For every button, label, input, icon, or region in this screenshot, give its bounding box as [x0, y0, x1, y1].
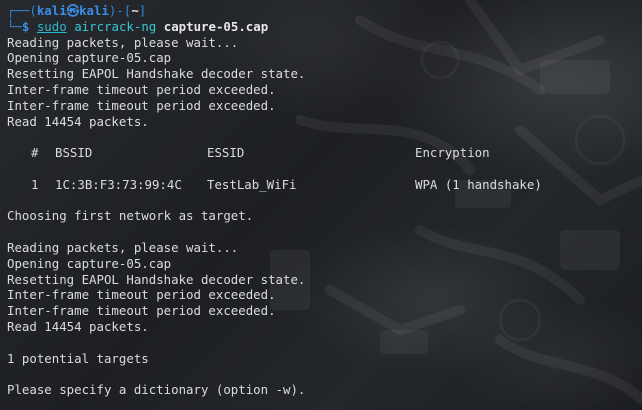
output-line: Inter-frame timeout period exceeded. — [7, 81, 276, 97]
potential-targets-line: 1 potential targets — [7, 350, 149, 366]
prompt-at-icon: ㉿ — [66, 3, 80, 18]
prompt-box-bottom: └─ — [7, 18, 22, 34]
prompt-dollar: $ — [21, 18, 37, 34]
table-cell-bssid: 1C:3B:F3:73:99:4C — [55, 176, 182, 192]
table-row: 1 1C:3B:F3:73:99:4C TestLab_WiFi WPA (1 … — [7, 177, 642, 193]
prompt-box-mid: )-[ — [108, 3, 132, 18]
output-line: Reading packets, please wait... — [7, 239, 239, 255]
output-line: Reading packets, please wait... — [7, 34, 239, 50]
table-header-bssid: BSSID — [55, 145, 93, 161]
table-header-encryption: Encryption — [415, 145, 490, 161]
table-cell-essid: TestLab_WiFi — [207, 176, 297, 192]
output-line: Resetting EAPOL Handshake decoder state. — [7, 66, 306, 82]
prompt-host: kali — [79, 3, 109, 18]
command-argument: capture-05.cap — [163, 18, 269, 34]
output-line: Opening capture-05.cap — [7, 50, 172, 66]
dictionary-message-line: Please specify a dictionary (option -w). — [7, 382, 306, 398]
output-line: Resetting EAPOL Handshake decoder state. — [7, 271, 306, 287]
choosing-target-line: Choosing first network as target. — [7, 208, 254, 224]
command-name: aircrack-ng — [74, 18, 157, 34]
prompt-box-top: ┌──( — [7, 3, 37, 18]
output-line: Inter-frame timeout period exceeded. — [7, 303, 276, 319]
table-header-number: # — [31, 145, 39, 161]
output-line: Opening capture-05.cap — [7, 255, 172, 271]
command-sudo: sudo — [36, 18, 67, 34]
table-cell-number: 1 — [31, 176, 39, 192]
prompt-cwd: ~ — [131, 3, 139, 18]
table-header-essid: ESSID — [207, 145, 245, 161]
output-line: Read 14454 packets. — [7, 318, 149, 334]
prompt-user: kali — [36, 3, 67, 18]
prompt-line-2: └─$ sudo aircrack-ng capture-05.cap — [7, 19, 642, 35]
output-line: Inter-frame timeout period exceeded. — [7, 287, 276, 303]
terminal-window[interactable]: ┌──(kali㉿kali)-[~] └─$ sudo aircrack-ng ca… — [0, 0, 642, 410]
output-line: Inter-frame timeout period exceeded. — [7, 97, 276, 113]
prompt-line-1: ┌──(kali㉿kali)-[~] — [7, 3, 642, 19]
prompt-box-close: ] — [138, 3, 147, 18]
table-cell-encryption: WPA (1 handshake) — [415, 176, 542, 192]
terminal-output: ┌──(kali㉿kali)-[~] └─$ sudo aircrack-ng ca… — [0, 0, 642, 398]
network-table-header: # BSSID ESSID Encryption — [7, 145, 642, 161]
output-line: Read 14454 packets. — [7, 113, 149, 129]
